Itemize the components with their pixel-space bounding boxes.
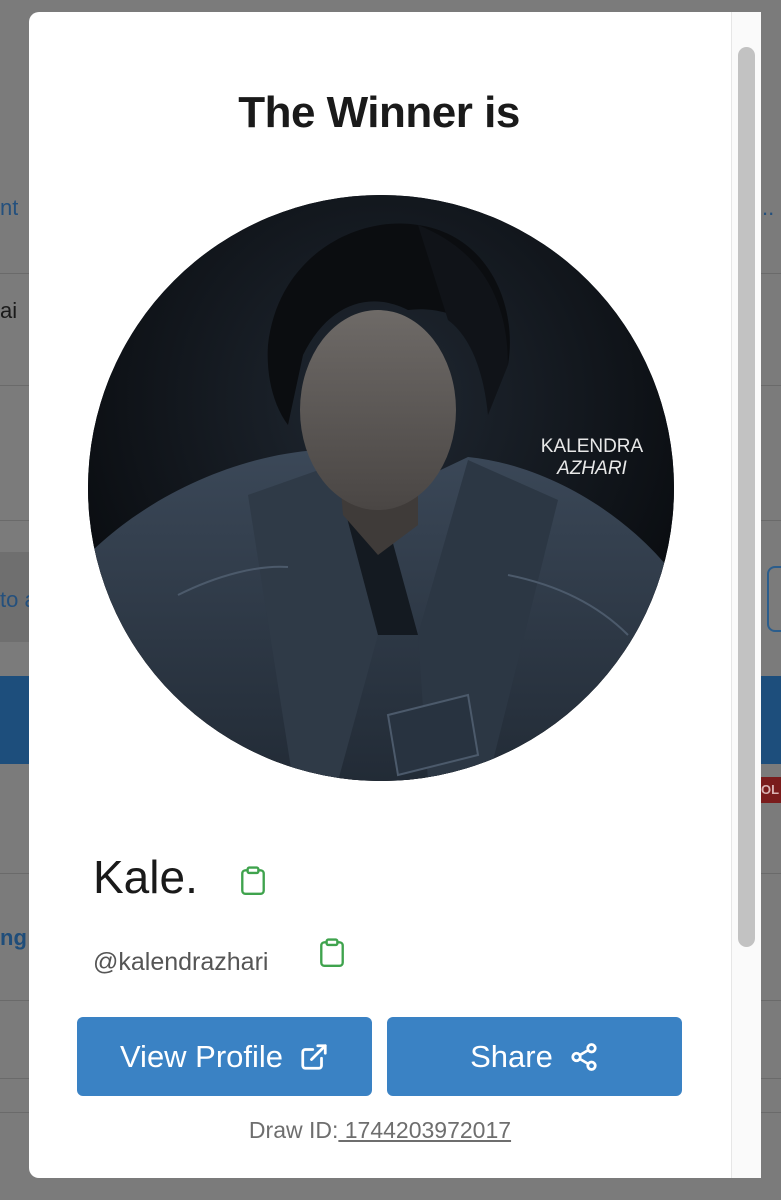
background-text-snippet: ai xyxy=(0,298,18,323)
winner-name: Kale. xyxy=(93,851,198,903)
view-profile-label: View Profile xyxy=(119,1038,284,1074)
background-text-snippet: .. xyxy=(762,195,775,220)
draw-id: Draw ID: 1744203972017 xyxy=(29,1117,731,1144)
share-label: Share xyxy=(470,1038,553,1074)
modal-scrollbar-thumb[interactable] xyxy=(738,47,755,947)
draw-id-label: Draw ID: xyxy=(248,1117,339,1143)
background-text-snippet: ng xyxy=(0,925,27,950)
background-badge: OL xyxy=(759,777,781,803)
winner-handle-row: @kalendrazhari xyxy=(93,948,268,977)
share-button[interactable]: Share xyxy=(387,1017,682,1096)
copy-handle-clipboard-icon[interactable] xyxy=(319,938,345,968)
winner-handle: @kalendrazhari xyxy=(93,948,269,976)
copy-name-clipboard-icon[interactable] xyxy=(240,866,266,896)
winner-avatar: KALENDRA AZHARI xyxy=(88,195,674,781)
external-link-icon xyxy=(301,1043,327,1070)
modal-title: The Winner is xyxy=(238,88,520,137)
background-text-snippet: nt xyxy=(0,195,19,220)
background-button xyxy=(767,566,781,632)
avatar-watermark-line1: KALENDRA xyxy=(541,436,644,457)
draw-id-value[interactable]: 1744203972017 xyxy=(338,1117,511,1143)
winner-modal: The Winner is KALENDRA AZHARI Kale. @kal… xyxy=(29,12,760,1178)
avatar-watermark-line2: AZHARI xyxy=(556,458,627,479)
view-profile-button[interactable]: View Profile xyxy=(77,1017,372,1096)
share-icon xyxy=(571,1042,597,1071)
